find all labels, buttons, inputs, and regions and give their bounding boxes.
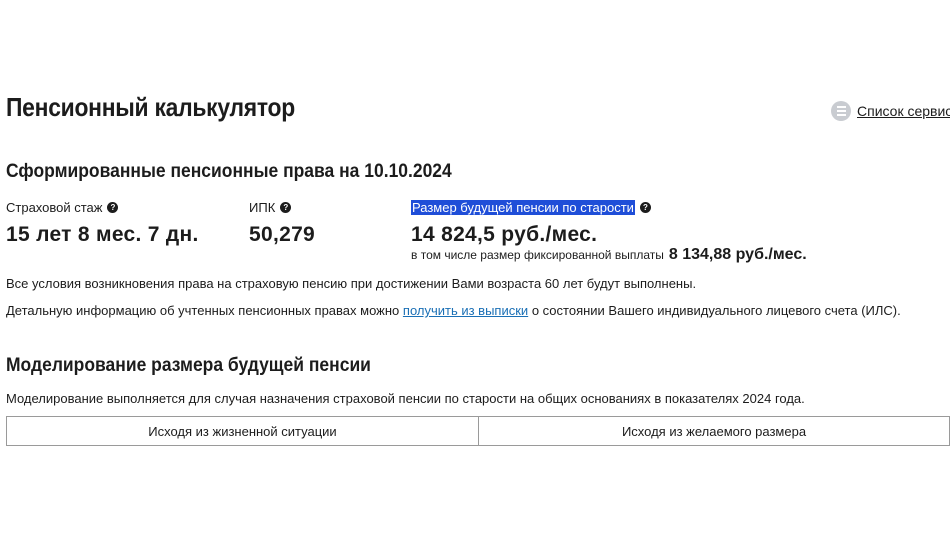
insurance-period-label: Страховой стаж — [6, 200, 103, 215]
page-title: Пенсионный калькулятор — [6, 92, 295, 122]
list-menu-icon — [831, 101, 851, 121]
fixed-payment-value: 8 134,88 руб./мес. — [668, 246, 807, 263]
question-circle-icon[interactable]: ? — [280, 202, 292, 213]
details-text-after: о состоянии Вашего индивидуального лицев… — [531, 303, 901, 318]
ipk-label: ИПК — [249, 200, 276, 215]
conditions-text: Все условия возникновения права на страх… — [6, 276, 697, 291]
details-text-before: Детальную информацию об учтенных пенсион… — [6, 303, 400, 318]
future-pension-value: 14 824,5 руб./мес. — [411, 223, 598, 246]
modeling-title: Моделирование размера будущей пенсии — [6, 355, 371, 376]
services-list-label[interactable]: Список сервисов — [857, 103, 950, 119]
question-circle-icon[interactable]: ? — [107, 202, 119, 213]
modeling-tabs: Исходя из жизненной ситуации Исходя из ж… — [6, 416, 950, 446]
pension-calculator-page: Пенсионный калькулятор Список сервисов С… — [0, 0, 950, 550]
statement-link[interactable]: получить из выписки — [403, 303, 528, 318]
fixed-payment-label: в том числе размер фиксированной выплаты — [411, 248, 664, 262]
tab-life-situation[interactable]: Исходя из жизненной ситуации — [7, 417, 478, 445]
ipk-value: 50,279 — [249, 223, 316, 246]
details-paragraph: Детальную информацию об учтенных пенсион… — [6, 303, 901, 318]
services-list-link[interactable]: Список сервисов — [831, 101, 950, 121]
insurance-period-value: 15 лет 8 мес. 7 дн. — [6, 223, 199, 246]
formed-rights-title: Сформированные пенсионные права на 10.10… — [6, 161, 452, 182]
future-pension-label-row: Размер будущей пенсии по старости ? — [411, 200, 651, 215]
future-pension-label: Размер будущей пенсии по старости — [411, 200, 635, 215]
ipk-label-row: ИПК ? — [249, 200, 292, 215]
insurance-period-label-row: Страховой стаж ? — [6, 200, 119, 215]
tab-desired-amount[interactable]: Исходя из желаемого размера — [478, 417, 949, 445]
modeling-description: Моделирование выполняется для случая наз… — [6, 391, 805, 406]
fixed-payment-note: в том числе размер фиксированной выплаты… — [411, 246, 807, 264]
question-circle-icon[interactable]: ? — [639, 202, 651, 213]
